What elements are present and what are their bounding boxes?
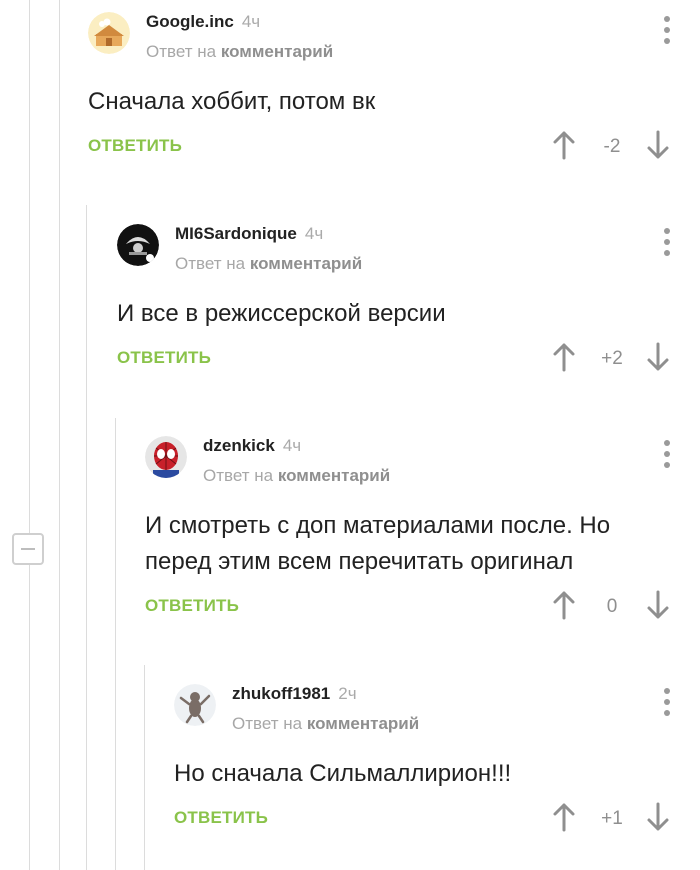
upvote-arrow-icon[interactable]: [552, 802, 576, 832]
downvote-arrow-icon[interactable]: [646, 590, 670, 620]
thread-line: [144, 665, 145, 870]
downvote-arrow-icon[interactable]: [646, 130, 670, 160]
comment-text: И смотреть с доп материалами после. Но п…: [145, 512, 611, 575]
author-name[interactable]: Google.inc 4ч: [146, 12, 260, 32]
reply-to-label: Ответ на комментарий: [203, 466, 391, 485]
reply-to-link[interactable]: комментарий: [250, 254, 362, 273]
author-name[interactable]: dzenkick 4ч: [203, 436, 301, 456]
comment-text: Но сначала Сильмаллирион!!!: [174, 760, 512, 787]
downvote-arrow-icon[interactable]: [646, 342, 670, 372]
comment: zhukoff1981 2ч Ответ на комментарий Но сн…: [174, 684, 672, 836]
author-name[interactable]: zhukoff1981 2ч: [232, 684, 357, 704]
score: -2: [603, 136, 621, 157]
thread-line: [115, 418, 116, 870]
more-vertical-icon[interactable]: [662, 440, 672, 470]
reply-button[interactable]: ОТВЕТИТЬ: [145, 596, 239, 616]
upvote-arrow-icon[interactable]: [552, 130, 576, 160]
upvote-arrow-icon[interactable]: [552, 342, 576, 372]
comment-text: Сначала хоббит, потом вк: [88, 88, 376, 115]
comment: dzenkick 4ч Ответ на комментарий И смотре…: [145, 436, 672, 624]
comment-header: dzenkick 4ч Ответ на комментарий: [145, 436, 672, 496]
collapse-thread-button[interactable]: [12, 533, 44, 565]
score: 0: [606, 596, 618, 617]
thread-line: [29, 0, 30, 870]
vote-controls: +1: [552, 802, 672, 836]
reply-to-label: Ответ на комментарий: [146, 42, 334, 61]
comment-header: Google.inc 4ч Ответ на комментарий: [88, 12, 672, 72]
avatar[interactable]: [145, 436, 187, 478]
reply-button[interactable]: ОТВЕТИТЬ: [174, 808, 268, 828]
score: +2: [601, 348, 623, 369]
score: +1: [601, 808, 623, 829]
downvote-arrow-icon[interactable]: [646, 802, 670, 832]
reply-to-label: Ответ на комментарий: [175, 254, 363, 273]
comment: Google.inc 4ч Ответ на комментарий Сначал…: [88, 12, 672, 164]
avatar[interactable]: [88, 12, 130, 54]
comment-time: 4ч: [282, 436, 302, 455]
comment-header: zhukoff1981 2ч Ответ на комментарий: [174, 684, 672, 744]
author-name[interactable]: MI6Sardonique 4ч: [175, 224, 323, 244]
comment-footer: ОТВЕТИТЬ +1: [174, 796, 672, 836]
thread-line: [59, 0, 60, 870]
avatar[interactable]: [174, 684, 216, 726]
vote-controls: -2: [552, 130, 672, 164]
more-vertical-icon[interactable]: [662, 688, 672, 718]
upvote-arrow-icon[interactable]: [552, 590, 576, 620]
reply-button[interactable]: ОТВЕТИТЬ: [117, 348, 211, 368]
reply-to-link[interactable]: комментарий: [221, 42, 333, 61]
comment-text: И все в режиссерской версии: [117, 300, 446, 327]
comment-footer: ОТВЕТИТЬ +2: [117, 336, 672, 376]
reply-to-link[interactable]: комментарий: [278, 466, 390, 485]
avatar[interactable]: [117, 224, 159, 266]
comment-time: 4ч: [304, 224, 324, 243]
thread-line: [86, 205, 87, 870]
comment-time: 2ч: [338, 684, 357, 703]
comment-header: MI6Sardonique 4ч Ответ на комментарий: [117, 224, 672, 284]
comment-footer: ОТВЕТИТЬ 0: [145, 584, 672, 624]
more-vertical-icon[interactable]: [662, 228, 672, 258]
comment: MI6Sardonique 4ч Ответ на комментарий И в…: [117, 224, 672, 376]
reply-to-label: Ответ на комментарий: [232, 714, 420, 733]
comment-time: 4ч: [241, 12, 261, 31]
reply-to-link[interactable]: комментарий: [307, 714, 419, 733]
reply-button[interactable]: ОТВЕТИТЬ: [88, 136, 182, 156]
more-vertical-icon[interactable]: [662, 16, 672, 46]
comment-footer: ОТВЕТИТЬ -2: [88, 124, 672, 164]
vote-controls: +2: [552, 342, 672, 376]
vote-controls: 0: [552, 590, 672, 624]
